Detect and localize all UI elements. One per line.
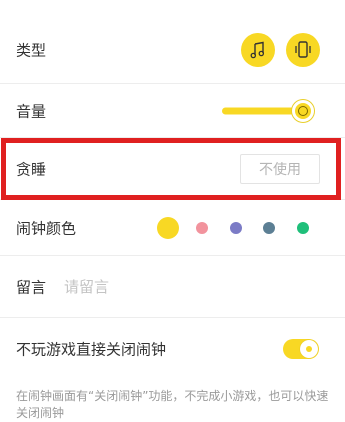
music-note-icon [250, 41, 265, 58]
color-dot-yellow[interactable] [157, 216, 179, 239]
snooze-row: 贪睡 不使用 [0, 138, 345, 200]
volume-slider-track[interactable] [222, 107, 302, 114]
snooze-label: 贪睡 [16, 160, 47, 178]
color-dot-slate[interactable] [263, 221, 275, 234]
message-input[interactable] [64, 274, 314, 299]
close-without-game-label: 不玩游戏直接关闭闹钟 [16, 340, 167, 359]
close-without-game-toggle[interactable] [283, 339, 319, 359]
vibrate-type-button[interactable] [286, 32, 320, 67]
color-dot-green[interactable] [297, 221, 309, 234]
type-label: 类型 [16, 41, 47, 59]
toggle-knob [300, 340, 318, 358]
volume-row: 音量 [0, 84, 345, 138]
volume-label: 音量 [16, 102, 47, 120]
color-dot-pink[interactable] [196, 221, 208, 234]
snooze-select[interactable]: 不使用 [240, 153, 320, 184]
vibrate-phone-icon [295, 40, 311, 58]
color-dot-purple[interactable] [230, 221, 242, 234]
type-row: 类型 [0, 16, 345, 84]
alarm-color-label: 闹钟颜色 [16, 219, 77, 237]
volume-slider-thumb[interactable] [292, 99, 314, 122]
message-row: 留言 [0, 256, 345, 318]
message-label: 留言 [16, 278, 47, 296]
ringtone-type-button[interactable] [241, 32, 275, 67]
close-without-game-row: 不玩游戏直接关闭闹钟 [0, 318, 345, 380]
alarm-color-row: 闹钟颜色 [0, 200, 345, 256]
